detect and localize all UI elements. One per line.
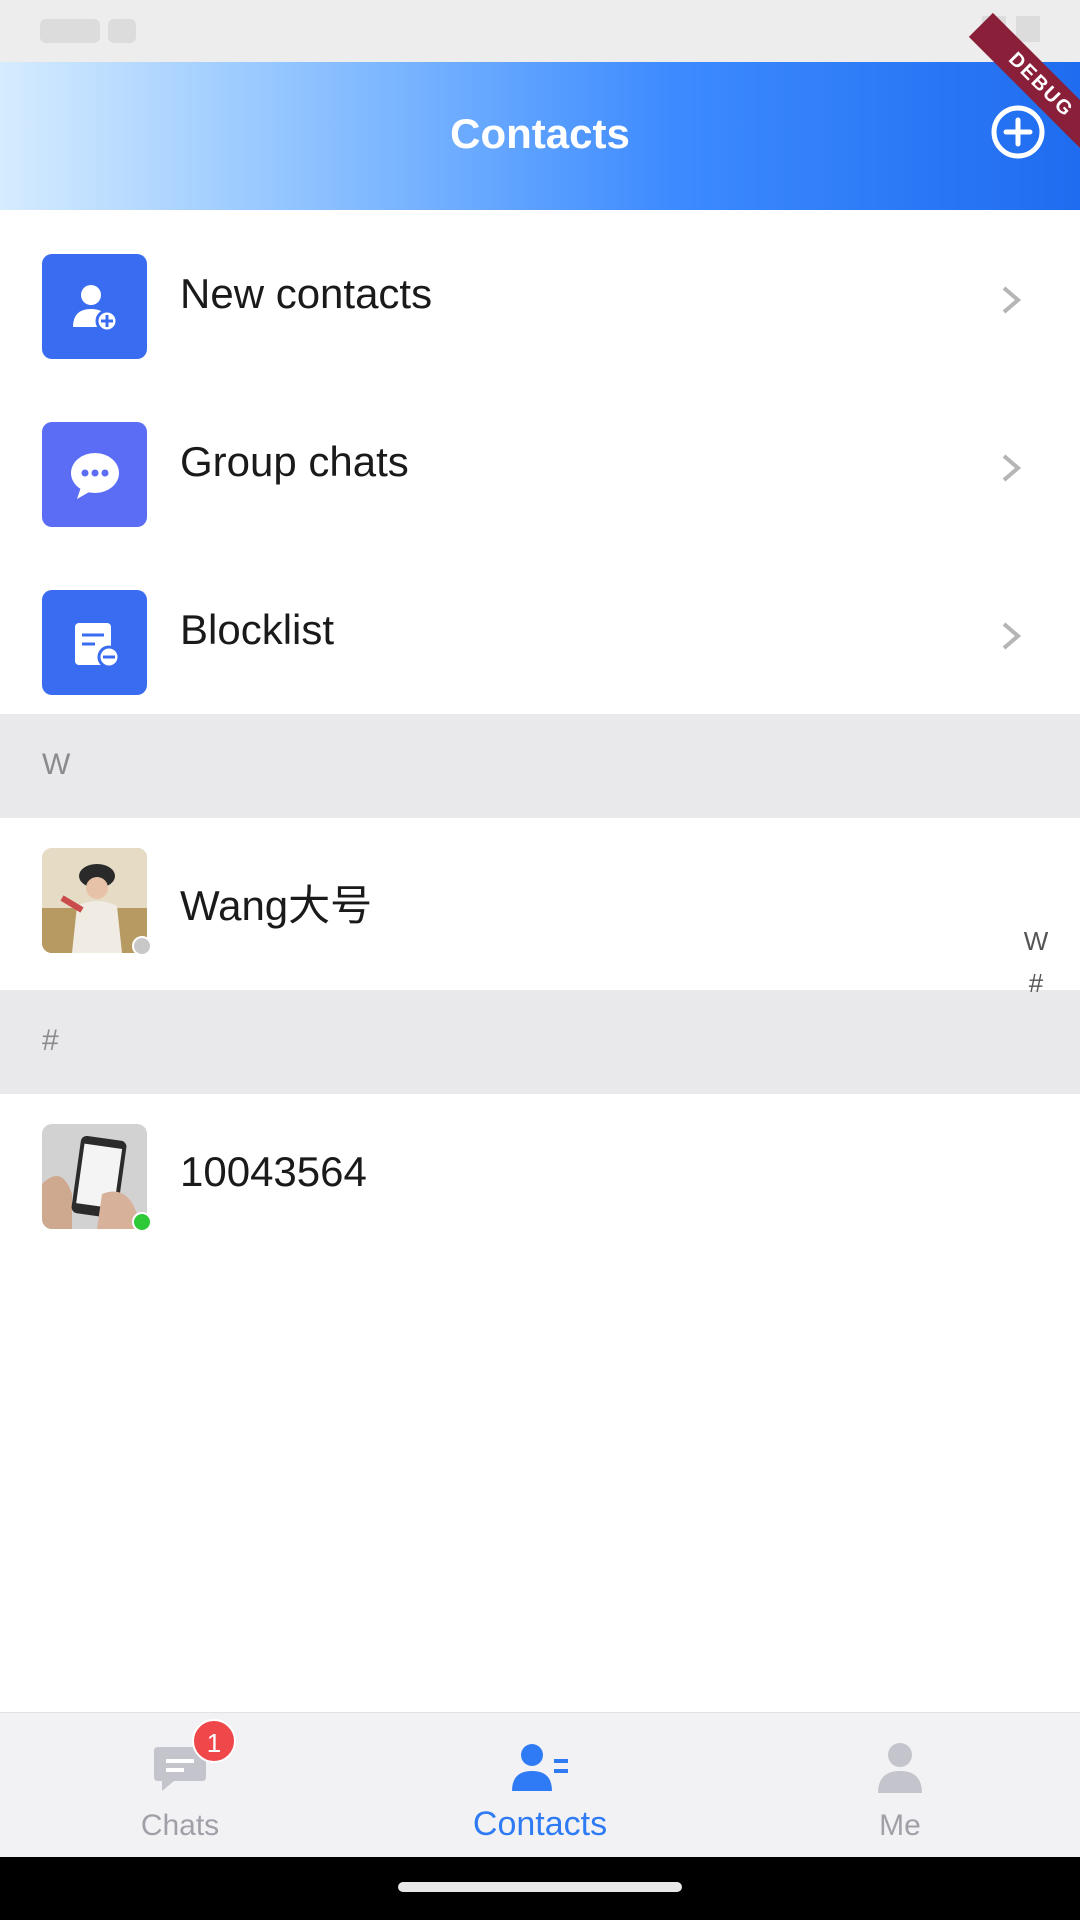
tab-chats[interactable]: 1 Chats <box>80 1713 280 1858</box>
tab-label: Contacts <box>472 1805 608 1843</box>
menu-item-new-contacts[interactable]: New contacts <box>0 210 1080 378</box>
blocklist-icon <box>42 590 147 695</box>
menu-item-blocklist[interactable]: Blocklist <box>0 546 1080 714</box>
add-person-icon <box>42 254 147 359</box>
tab-me[interactable]: Me <box>800 1713 1000 1858</box>
presence-dot <box>132 1212 152 1232</box>
section-header-hash: # <box>0 990 1080 1094</box>
home-indicator[interactable] <box>398 1882 682 1892</box>
contact-name: 10043564 <box>180 1148 367 1195</box>
avatar <box>42 848 147 953</box>
tab-label: Chats <box>140 1809 220 1842</box>
bottom-nav: 1 Chats Contacts Me <box>0 1712 1080 1857</box>
index-letter[interactable]: W <box>1016 920 1056 962</box>
menu-item-label: Group chats <box>180 438 409 485</box>
contacts-menu: New contacts Group chats Blocklist <box>0 210 1080 714</box>
contact-row[interactable]: Wang大号 <box>0 818 1080 990</box>
section-letter: W <box>42 748 71 781</box>
chevron-right-icon <box>1002 622 1022 650</box>
tab-label: Me <box>879 1809 921 1842</box>
alphabet-index[interactable]: W # <box>1016 920 1056 1004</box>
tab-contacts[interactable]: Contacts <box>440 1713 640 1858</box>
page-title: Contacts <box>450 110 630 157</box>
section-header-w: W <box>0 714 1080 818</box>
add-button[interactable] <box>990 104 1046 160</box>
system-nav-bar <box>0 1857 1080 1920</box>
presence-dot <box>132 936 152 956</box>
contact-name: Wang大号 <box>180 882 373 929</box>
contacts-icon <box>512 1744 568 1791</box>
unread-badge: 1 <box>192 1719 236 1763</box>
section-letter: # <box>42 1024 59 1057</box>
index-letter[interactable]: # <box>1016 962 1056 1004</box>
avatar <box>42 1124 147 1229</box>
status-bar <box>0 0 1080 62</box>
chat-bubble-icon <box>42 422 147 527</box>
me-icon <box>878 1743 922 1793</box>
contacts-screen: Contacts DEBUG New contacts Group chats … <box>0 0 1080 1920</box>
chevron-right-icon <box>1002 454 1022 482</box>
status-time <box>40 14 140 48</box>
add-circle-icon <box>991 105 1045 159</box>
menu-item-label: New contacts <box>180 270 433 317</box>
contact-row[interactable]: 10043564 <box>0 1094 1080 1266</box>
chevron-right-icon <box>1002 286 1022 314</box>
menu-item-group-chats[interactable]: Group chats <box>0 378 1080 546</box>
app-header: Contacts DEBUG <box>0 12 1080 210</box>
menu-item-label: Blocklist <box>180 606 335 653</box>
